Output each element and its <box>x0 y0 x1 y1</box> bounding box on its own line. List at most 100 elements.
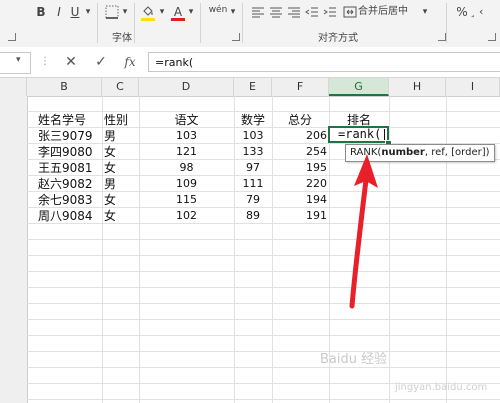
row-header-bar[interactable] <box>0 96 28 403</box>
ribbon-divider <box>242 3 243 43</box>
cell-name[interactable]: 李四9080 <box>38 144 93 160</box>
insert-function-icon[interactable]: fx <box>120 53 140 71</box>
column-header-i[interactable]: I <box>446 78 500 96</box>
grid-line <box>27 367 500 368</box>
select-all-corner[interactable] <box>0 78 27 96</box>
grid-line <box>27 399 500 400</box>
grid-line <box>27 255 500 256</box>
font-color-swatch <box>171 18 185 21</box>
cell-chinese[interactable]: 103 <box>139 128 234 144</box>
align-right-icon[interactable] <box>286 3 302 21</box>
cell-total[interactable]: 194 <box>272 192 327 208</box>
align-center-icon[interactable] <box>268 3 284 21</box>
cell-chinese[interactable]: 98 <box>139 160 234 176</box>
merge-dropdown-icon[interactable]: ▾ <box>420 3 430 21</box>
header-cell-name-id[interactable]: 姓名学号 <box>38 112 86 128</box>
cell-chinese[interactable]: 109 <box>139 176 234 192</box>
cell-total[interactable]: 195 <box>272 160 327 176</box>
grid-line <box>446 96 447 403</box>
cell-gender[interactable]: 女 <box>104 144 116 160</box>
column-header-e[interactable]: E <box>234 78 272 96</box>
underline-button[interactable]: U <box>68 3 82 21</box>
increase-indent-icon[interactable] <box>322 3 338 21</box>
ribbon-divider <box>446 3 447 43</box>
formula-bar-grip-icon[interactable]: ⋮ <box>40 56 50 67</box>
merge-center-button[interactable]: 合并后居中 <box>358 3 420 21</box>
column-header-c[interactable]: C <box>102 78 139 96</box>
column-header-d[interactable]: D <box>139 78 234 96</box>
borders-dropdown-icon[interactable]: ▾ <box>120 3 130 21</box>
cell-name[interactable]: 赵六9082 <box>38 176 93 192</box>
fill-dropdown-icon[interactable]: ▾ <box>157 3 167 21</box>
header-cell-math[interactable]: 数学 <box>234 112 272 128</box>
cell-name[interactable]: 王五9081 <box>38 160 93 176</box>
grid-line <box>102 96 103 403</box>
ribbon-divider <box>97 3 98 43</box>
enter-icon[interactable]: ✓ <box>92 53 110 71</box>
italic-button[interactable]: I <box>52 3 66 21</box>
header-cell-gender[interactable]: 性别 <box>104 112 128 128</box>
column-header-f[interactable]: F <box>272 78 329 96</box>
cell-gender[interactable]: 女 <box>104 160 116 176</box>
name-box-dropdown-icon[interactable]: ▾ <box>16 55 21 65</box>
cell-math[interactable]: 111 <box>234 176 272 192</box>
cell-total[interactable]: 220 <box>272 176 327 192</box>
cell-total[interactable]: 254 <box>272 144 327 160</box>
alignment-group-label: 对齐方式 <box>318 33 358 44</box>
alignment-launcher-icon[interactable] <box>438 33 446 41</box>
cell-name[interactable]: 余七9083 <box>38 192 93 208</box>
bold-button[interactable]: B <box>34 3 48 21</box>
number-format-button[interactable]: % <box>454 3 470 21</box>
cell-math[interactable]: 103 <box>234 128 272 144</box>
cell-math[interactable]: 89 <box>234 208 272 224</box>
cell-math[interactable]: 79 <box>234 192 272 208</box>
cell-name[interactable]: 周八9084 <box>38 208 93 224</box>
font-color-dropdown-icon[interactable]: ▾ <box>186 3 196 21</box>
formula-input[interactable]: =rank( <box>148 52 500 72</box>
watermark-url: jingyan.baidu.com <box>395 382 488 393</box>
ribbon: B I U ▾ ▾ ▾ A ▾ wén ▾ 合并后居中 ▾ % ¸ ‹ 字体 对… <box>0 0 500 48</box>
decrease-indent-icon[interactable] <box>304 3 320 21</box>
phonetic-button[interactable]: wén <box>206 3 230 21</box>
cell-chinese[interactable]: 115 <box>139 192 234 208</box>
cell-total[interactable]: 206 <box>272 128 327 144</box>
grid-line <box>27 239 500 240</box>
phonetic-dropdown-icon[interactable]: ▾ <box>228 3 238 21</box>
header-cell-chinese[interactable]: 语文 <box>139 112 234 128</box>
column-header-g[interactable]: G <box>329 78 389 96</box>
number-format-more[interactable]: ¸ ‹ <box>470 3 500 21</box>
underline-dropdown-icon[interactable]: ▾ <box>83 3 93 21</box>
borders-icon[interactable] <box>104 3 120 21</box>
clipboard-launcher-icon[interactable] <box>8 33 16 41</box>
cell-gender[interactable]: 女 <box>104 208 116 224</box>
name-box[interactable]: ▾ <box>0 52 31 74</box>
merge-center-icon[interactable] <box>342 3 358 21</box>
cell-math[interactable]: 133 <box>234 144 272 160</box>
phonetic-label: wén <box>208 5 228 15</box>
cell-gender[interactable]: 女 <box>104 192 116 208</box>
cell-chinese[interactable]: 121 <box>139 144 234 160</box>
cell-total[interactable]: 191 <box>272 208 327 224</box>
grid-line <box>27 319 500 320</box>
column-header-b[interactable]: B <box>27 78 102 96</box>
column-header-h[interactable]: H <box>389 78 446 96</box>
text-caret <box>384 129 385 140</box>
cell-chinese[interactable]: 102 <box>139 208 234 224</box>
header-cell-total[interactable]: 总分 <box>288 112 312 128</box>
cancel-icon[interactable]: ✕ <box>62 53 80 71</box>
ribbon-divider <box>200 3 201 43</box>
number-launcher-icon[interactable] <box>488 33 496 41</box>
align-left-icon[interactable] <box>250 3 266 21</box>
cell-math[interactable]: 97 <box>234 160 272 176</box>
grid-line <box>27 335 500 336</box>
cell-name[interactable]: 张三9079 <box>38 128 93 144</box>
font-launcher-icon[interactable] <box>232 33 240 41</box>
font-group-label: 字体 <box>112 33 132 44</box>
grid-line <box>27 271 500 272</box>
watermark: Baidu 经验 <box>320 352 388 367</box>
grid-line <box>27 303 500 304</box>
cell-gender[interactable]: 男 <box>104 176 116 192</box>
tooltip-params: , ref, [order]) <box>424 147 490 158</box>
cell-gender[interactable]: 男 <box>104 128 116 144</box>
annotation-arrow <box>349 154 378 309</box>
